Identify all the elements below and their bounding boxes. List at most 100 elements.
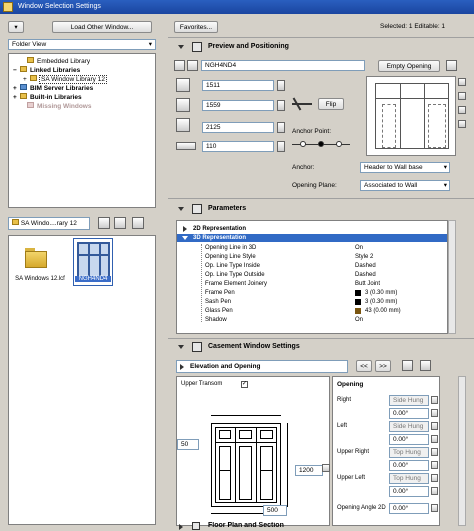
anchor-point-selector[interactable] [292,138,350,152]
height-arrow-icon[interactable] [277,100,285,111]
parameters-section-header[interactable]: Parameters [170,202,470,216]
collapse-icon[interactable]: − [13,66,20,75]
upper-right-type-select[interactable]: Top Hung [389,447,429,458]
opening-title: Opening [337,381,364,388]
expand-icon[interactable]: + [23,75,30,84]
upper-right-angle-field[interactable]: 0.00° [389,460,429,471]
edit-icon[interactable] [402,360,413,371]
upper-left-type-arrow-icon[interactable] [431,474,438,482]
library-path-select[interactable]: SA Windo....rary 12 [8,217,90,230]
save-icon[interactable] [420,360,431,371]
height-field[interactable]: 1559 [202,100,274,111]
folder-view-select[interactable]: Folder View ▾ [8,39,156,50]
width-value: 1511 [206,82,220,89]
prev-page-button[interactable]: << [356,360,372,372]
tree-item-linked[interactable]: − Linked Libraries [13,66,80,75]
chevron-down-icon: ▾ [148,41,152,48]
tree-item-sa-window-library[interactable]: + SA Window Library 12 [23,75,107,84]
reveal-arrow-icon[interactable] [277,141,285,152]
view-3d-icon[interactable] [458,106,466,114]
tree-item-embedded[interactable]: Embedded Library [27,57,90,66]
right-type-arrow-icon[interactable] [431,396,438,404]
left-dimension-field[interactable]: 50 [177,439,199,450]
parameters-list[interactable]: 2D Representation 3D Representation Open… [176,220,448,334]
param-group-2d[interactable]: 2D Representation [177,225,447,233]
param-row[interactable]: Frame Pen 3 (0.30 mm) [177,289,447,297]
prev-object-icon[interactable] [174,60,185,71]
param-row[interactable]: Glass Pen 43 (0.00 mm) [177,307,447,315]
opening-plane-select[interactable]: Associated to Wall ▾ [360,180,450,191]
favorites-button[interactable]: Favorites... [174,21,218,33]
param-row[interactable]: Op. Line Type Outside Dashed [177,271,447,279]
left-type-select[interactable]: Side Hung [389,421,429,432]
list-view-icon[interactable] [132,217,144,229]
opening-options-icon[interactable] [446,60,457,71]
anchor-select[interactable]: Header to Wall base ▾ [360,162,450,173]
param-row[interactable]: Frame Element Joinery Butt Joint [177,280,447,288]
view-2d-icon[interactable] [458,78,466,86]
sill-arrow-icon[interactable] [277,122,285,133]
view-options-icon[interactable] [114,217,126,229]
load-other-window-button[interactable]: Load Other Window... [52,21,152,33]
preview-section-header[interactable]: Preview and Positioning [170,40,470,54]
bottom-dimension-field[interactable]: 500 [263,505,287,516]
library-tree[interactable]: Embedded Library − Linked Libraries + SA W… [8,53,156,208]
parameters-scrollbar[interactable] [448,220,456,334]
left-type-value: Side Hung [393,423,424,430]
tree-item-built-in[interactable]: + Built-in Libraries [13,93,82,102]
next-object-icon[interactable] [187,60,198,71]
object-browser[interactable]: SA Windows 12.lcf NGH4ND4 [8,235,156,525]
view-elevation-icon[interactable] [458,120,466,128]
object-name-field[interactable]: NGH4ND4 [201,60,365,71]
opening-angle-arrow-icon[interactable] [431,504,438,512]
left-type-arrow-icon[interactable] [431,422,438,430]
right-angle-arrow-icon[interactable] [431,409,438,417]
upper-left-angle-field[interactable]: 0.00° [389,486,429,497]
param-value: On [355,245,364,251]
view-section-icon[interactable] [458,92,466,100]
dimension-arrow-icon[interactable] [322,464,330,472]
casement-scrollbar[interactable] [458,376,466,526]
reveal-field[interactable]: 110 [202,141,274,152]
casement-section-header[interactable]: Casement Window Settings [170,340,470,354]
opening-plane-label: Opening Plane: [292,182,337,189]
next-page-button[interactable]: >> [375,360,391,372]
param-row[interactable]: Sash Pen 3 (0.30 mm) [177,298,447,306]
upper-left-angle-arrow-icon[interactable] [431,487,438,495]
param-row[interactable]: Shadow On [177,316,447,324]
param-row[interactable]: Op. Line Type Inside Dashed [177,262,447,270]
upper-left-type-select[interactable]: Top Hung [389,473,429,484]
left-angle-arrow-icon[interactable] [431,435,438,443]
empty-opening-button[interactable]: Empty Opening [378,60,440,72]
opening-panel: Opening Right Side Hung 0.00° Left Side … [332,376,440,526]
right-type-select[interactable]: Side Hung [389,395,429,406]
expand-icon[interactable]: + [13,84,20,93]
width-field[interactable]: 1511 [202,80,274,91]
page-arrow-icon [180,364,184,370]
upper-right-type-arrow-icon[interactable] [431,448,438,456]
upper-transom-checkbox[interactable]: ✓ [241,381,248,388]
left-angle-field[interactable]: 0.00° [389,434,429,445]
expand-icon[interactable]: + [13,93,20,102]
right-angle-field[interactable]: 0.00° [389,408,429,419]
folder-up-icon[interactable] [98,217,110,229]
flip-button[interactable]: Flip [318,98,344,110]
opening-angle-2d-field[interactable]: 0.00° [389,503,429,514]
width-arrow-icon[interactable] [277,80,285,91]
param-row[interactable]: Opening Line in 3D On [177,244,447,252]
upper-right-angle-arrow-icon[interactable] [431,461,438,469]
param-row[interactable]: Opening Line Style Style 2 [177,253,447,261]
tree-item-bim-server[interactable]: + BIM Server Libraries [13,84,93,93]
sill-field[interactable]: 2125 [202,122,274,133]
tree-item-missing[interactable]: Missing Windows [27,102,91,111]
library-folder-icon[interactable] [25,248,47,268]
floor-plan-section-header[interactable]: Floor Plan and Section [170,522,470,531]
right-dimension-field[interactable]: 1200 [295,465,323,476]
library-manager-icon[interactable]: ▾ [8,21,24,33]
param-group-3d[interactable]: 3D Representation [177,234,447,242]
window-title-bar: Window Selection Settings [0,0,474,14]
window-icon [3,2,13,12]
selected-object-label: NGH4ND4 [75,276,111,282]
preview-view-toolbar[interactable] [458,78,466,156]
casement-page-select[interactable]: Elevation and Opening [176,360,348,373]
